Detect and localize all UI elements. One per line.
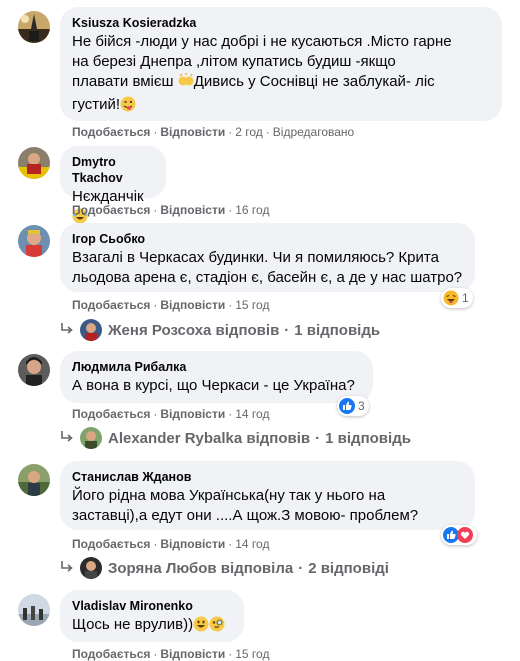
like-link[interactable]: Подобається (72, 407, 150, 421)
comment-text: Щось не врулив)) (72, 615, 232, 638)
reply-author-text: Зоряна Любов відповіла (108, 559, 294, 577)
reply-author-text: Женя Розсоха відповів (108, 321, 280, 339)
comment-time[interactable]: 16 год (235, 203, 269, 217)
like-link[interactable]: Подобається (72, 298, 150, 312)
reaction-count[interactable]: 1 (441, 288, 473, 308)
reaction-count[interactable] (441, 525, 477, 545)
reply-link[interactable]: Відповісти (160, 537, 225, 551)
comment-bubble: Dmytro Tkachov Нєжданчік (60, 146, 166, 224)
dot-separator: · (153, 125, 158, 139)
reply-link[interactable]: Відповісти (160, 203, 225, 217)
comment-bubble: Vladislav Mironenko Щось не врулив)) (60, 590, 244, 642)
reply-count-text: 2 відповіді (308, 559, 389, 577)
dot-separator: · (228, 203, 233, 217)
replies-link[interactable]: Зоряна Любов відповіла · 2 відповіді (60, 557, 389, 579)
comment-bubble: Ksiusza Kosieradzka Не бійся -люди у нас… (60, 7, 502, 121)
winking-tongue-emoji-icon (120, 96, 136, 118)
grinning-emoji-icon (193, 616, 209, 638)
reply-author-text: Alexander Rybalka відповів (108, 429, 311, 447)
dot-separator: · (153, 537, 158, 551)
love-icon (457, 527, 473, 543)
reaction-count-number: 1 (462, 291, 469, 305)
dot-separator: · (228, 537, 233, 551)
comment-actions: Подобається · Відповісти · 2 год · Відредагова… (72, 125, 354, 139)
reply-arrow-icon (60, 322, 74, 339)
like-link[interactable]: Подобається (72, 125, 150, 139)
reaction-count[interactable]: 3 (337, 396, 369, 416)
comment-text: А вона в курсі, що Черкаси - це Україна? (72, 377, 355, 394)
comment-author[interactable]: Vladislav Mironenko (72, 598, 232, 614)
dot-separator: · (298, 559, 304, 577)
dot-separator: · (228, 125, 233, 139)
comment-bubble: Станислав Жданов Його рідна мова Українс… (60, 461, 475, 530)
comment-actions: Подобається · Відповісти · 15 год (72, 298, 269, 312)
dot-separator: · (284, 321, 290, 339)
comment-author[interactable]: Dmytro Tkachov (72, 154, 154, 186)
avatar[interactable] (18, 147, 50, 179)
comment-text-line: льодова арена є, стадіон є, басейн є, а … (72, 269, 463, 286)
comment-text-line: Його рідна мова Українська(ну так у ньог… (72, 487, 386, 504)
like-link[interactable]: Подобається (72, 537, 150, 551)
reply-link[interactable]: Відповісти (160, 298, 225, 312)
comment-text-line: Взагалі в Черкасах будинки. Чи я помиляю… (72, 249, 439, 266)
comment-time[interactable]: 15 год (235, 298, 269, 312)
comment-author[interactable]: Ksiusza Kosieradzka (72, 15, 490, 31)
reply-arrow-icon (60, 430, 74, 447)
dot-separator: · (153, 647, 158, 661)
avatar (80, 557, 102, 579)
comment-text-line: заставці),а едут они ....А щож.З мовою- … (72, 507, 419, 524)
comment-text: Його рідна мова Українська(ну так у ньог… (72, 486, 463, 526)
comment-time[interactable]: 15 год (235, 647, 269, 661)
comment-time[interactable]: 14 год (235, 537, 269, 551)
comment-text-line: Не бійся -люди у нас добрі і не кусаютьс… (72, 33, 452, 50)
edited-label[interactable]: Відредаговано (273, 125, 354, 139)
comment-actions: Подобається · Відповісти · 16 год (72, 203, 269, 217)
comment-time[interactable]: 2 год (235, 125, 263, 139)
monocle-emoji-icon (209, 616, 225, 638)
reply-link[interactable]: Відповісти (160, 407, 225, 421)
dot-separator: · (228, 407, 233, 421)
dot-separator: · (153, 298, 158, 312)
like-link[interactable]: Подобається (72, 647, 150, 661)
dot-separator: · (315, 429, 321, 447)
comment-text: Взагалі в Черкасах будинки. Чи я помиляю… (72, 248, 463, 288)
comment-time[interactable]: 14 год (235, 407, 269, 421)
avatar[interactable] (18, 354, 50, 386)
comment-bubble: Ігор Сьобко Взагалі в Черкасах будинки. … (60, 223, 475, 292)
avatar[interactable] (18, 464, 50, 496)
avatar[interactable] (18, 594, 50, 626)
raising-hands-emoji-icon (178, 73, 194, 95)
dot-separator: · (228, 298, 233, 312)
comment-author[interactable]: Станислав Жданов (72, 469, 463, 485)
like-icon (339, 398, 355, 414)
comment-author[interactable]: Людмила Рибалка (72, 359, 361, 375)
like-link[interactable]: Подобається (72, 203, 150, 217)
replies-link[interactable]: Женя Розсоха відповів · 1 відповідь (60, 319, 380, 341)
avatar (80, 319, 102, 341)
reply-link[interactable]: Відповісти (160, 647, 225, 661)
comment-author[interactable]: Ігор Сьобко (72, 231, 463, 247)
avatar[interactable] (18, 11, 50, 43)
avatar (80, 427, 102, 449)
comment-text: Не бійся -люди у нас добрі і не кусаютьс… (72, 32, 490, 118)
dot-separator: · (153, 203, 158, 217)
comment-text-line: густий! (72, 95, 490, 118)
avatar[interactable] (18, 225, 50, 257)
reply-count-text: 1 відповідь (325, 429, 411, 447)
dot-separator: · (153, 407, 158, 421)
comment-text-line: плавати вмієш Дивись у Соснівці не заблу… (72, 72, 490, 95)
comment-actions: Подобається · Відповісти · 14 год (72, 537, 269, 551)
dot-separator: · (228, 647, 233, 661)
comment-text-line: на березі Днепра ,літом купатись будиш -… (72, 53, 396, 70)
replies-link[interactable]: Alexander Rybalka відповів · 1 відповідь (60, 427, 411, 449)
haha-icon (443, 290, 459, 306)
comment-bubble: Людмила Рибалка А вона в курсі, що Черка… (60, 351, 373, 403)
reply-link[interactable]: Відповісти (160, 125, 225, 139)
reply-count-text: 1 відповідь (294, 321, 381, 339)
dot-separator: · (265, 125, 270, 139)
comment-actions: Подобається · Відповісти · 14 год (72, 407, 269, 421)
comment-actions: Подобається · Відповісти · 15 год (72, 647, 269, 661)
reaction-count-number: 3 (358, 399, 365, 413)
reply-arrow-icon (60, 560, 74, 577)
